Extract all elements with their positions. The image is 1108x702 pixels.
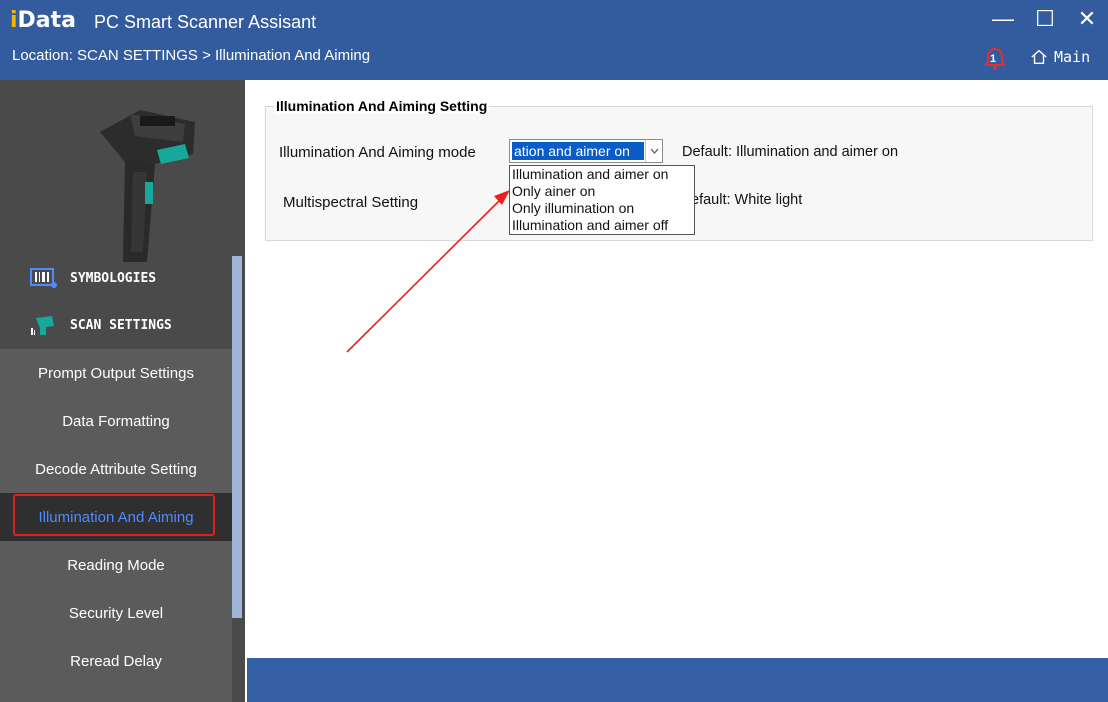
main-content: Illumination And Aiming mode Multispectr… [247,80,1108,658]
main-home-link[interactable]: Main [1030,48,1090,66]
scanner-icon [31,316,54,335]
breadcrumb: Location: SCAN SETTINGS > Illumination A… [12,47,371,64]
sidebar-item-multiple-bar-code-read[interactable]: Multiple Bar Code Read [0,685,232,702]
sidebar-scrollbar[interactable] [232,256,242,618]
group-title: Illumination And Aiming Setting [274,98,490,114]
chevron-down-icon[interactable] [645,140,662,162]
active-item-highlight [13,494,215,536]
close-button[interactable]: ✕ [1072,6,1102,32]
dropdown-option[interactable]: Illumination and aimer on [510,166,694,183]
sidebar-item-prompt-output-settings[interactable]: Prompt Output Settings [0,349,232,397]
category-label: SCAN SETTINGS [70,317,172,333]
dropdown-option[interactable]: Illumination and aimer off [510,217,694,234]
sidebar-item-reread-delay[interactable]: Reread Delay [0,637,232,685]
title-bar: iData PC Smart Scanner Assisant Location… [0,0,1108,80]
sidebar-item-data-formatting[interactable]: Data Formatting [0,397,232,445]
sidebar-item-decode-attribute-setting[interactable]: Decode Attribute Setting [0,445,232,493]
mode-default-text: Default: Illumination and aimer on [682,144,899,160]
category-scan-settings[interactable]: SCAN SETTINGS [0,302,232,348]
maximize-button[interactable]: ☐ [1030,6,1060,32]
multispectral-default-text: efault: White light [691,192,803,208]
scanner-device-image [100,110,195,262]
mode-select[interactable]: ation and aimer on [509,139,663,163]
barcode-icon [30,268,57,288]
sidebar: SYMBOLOGIES SCAN SETTINGS Prompt Output … [0,80,245,702]
minimize-button[interactable]: — [988,6,1018,32]
app-title: PC Smart Scanner Assisant [94,12,317,32]
main-label: Main [1054,48,1091,66]
dropdown-option[interactable]: Only ainer on [510,183,694,200]
footer-bar [247,658,1108,702]
mode-label: Illumination And Aiming mode [279,144,476,161]
app-logo: iData [10,8,77,33]
sidebar-item-reading-mode[interactable]: Reading Mode [0,541,232,589]
dropdown-option[interactable]: Only illumination on [510,200,694,217]
sidebar-item-security-level[interactable]: Security Level [0,589,232,637]
home-icon [1031,49,1047,64]
notification-count: 1 [990,53,997,65]
notification-bell-icon[interactable]: 1 [983,47,1007,71]
multispectral-label: Multispectral Setting [283,194,419,211]
category-symbologies[interactable]: SYMBOLOGIES [0,255,232,301]
category-label: SYMBOLOGIES [70,270,157,286]
mode-select-value: ation and aimer on [512,142,644,160]
mode-dropdown-list: Illumination and aimer on Only ainer on … [509,165,695,235]
